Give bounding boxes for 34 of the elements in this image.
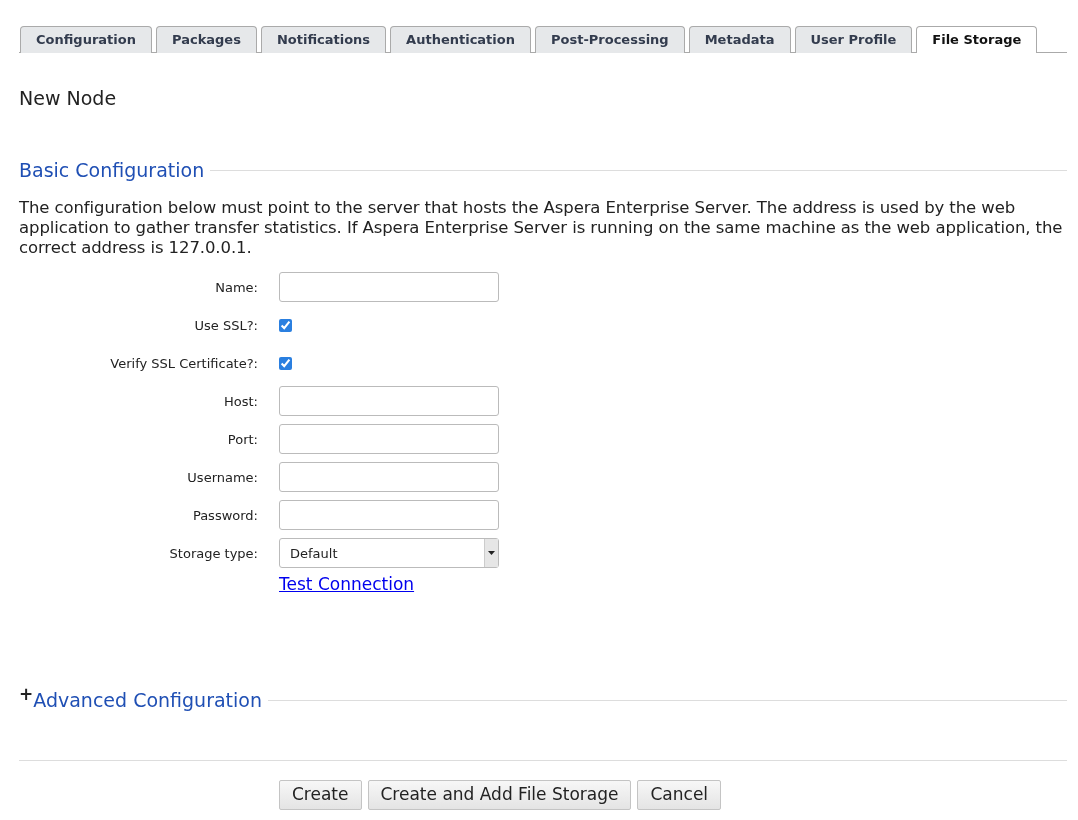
tab[interactable]: Notifications	[260, 26, 387, 53]
tab[interactable]: File Storage	[916, 26, 1038, 53]
description-text: The configuration below must point to the server that hosts the Aspera Enterprise Server. The address is used by the web application to gather transfer statistics. If Aspera Enterprise Server is running on the same machine as the web application, the correct address is 127.0.0.1.	[19, 198, 1064, 259]
checkbox[interactable]	[279, 318, 292, 332]
tab[interactable]: Configuration	[20, 26, 152, 53]
tab[interactable]: Authentication	[390, 26, 531, 53]
field-label: Host:	[223, 392, 258, 411]
section-title[interactable]: Advanced Configuration	[33, 685, 262, 715]
page-title: New Node	[19, 87, 118, 110]
field-label: Use SSL?:	[193, 316, 258, 335]
tab[interactable]: User Profile	[794, 26, 913, 53]
form-button[interactable]: Create	[279, 780, 362, 810]
tab[interactable]: Packages	[155, 26, 257, 53]
field-label: Verify SSL Certificate?:	[109, 354, 258, 373]
field-label: Username:	[186, 468, 258, 487]
field-label: Name:	[214, 278, 258, 297]
checkbox[interactable]	[279, 356, 292, 370]
form-button[interactable]: Cancel	[637, 780, 722, 810]
tab[interactable]: Post-Processing	[535, 26, 685, 53]
input-field[interactable]	[279, 386, 499, 417]
section-title: Basic Configuration	[19, 157, 205, 183]
form-button[interactable]: Create and Add File Storage	[367, 780, 632, 810]
test-connection-link[interactable]: Test Connection	[279, 574, 415, 595]
field-label: Storage type:	[168, 544, 258, 563]
input-field[interactable]	[279, 424, 499, 455]
dropdown[interactable]: Default	[279, 538, 499, 569]
tab[interactable]: Metadata	[688, 26, 791, 53]
caret-icon	[488, 551, 495, 556]
expand-toggle[interactable]: +	[19, 685, 34, 703]
field-label: Port:	[226, 430, 258, 449]
input-field[interactable]	[279, 462, 499, 493]
input-field[interactable]	[279, 272, 499, 303]
field-label: Password:	[191, 506, 258, 525]
password-field[interactable]	[279, 500, 499, 531]
